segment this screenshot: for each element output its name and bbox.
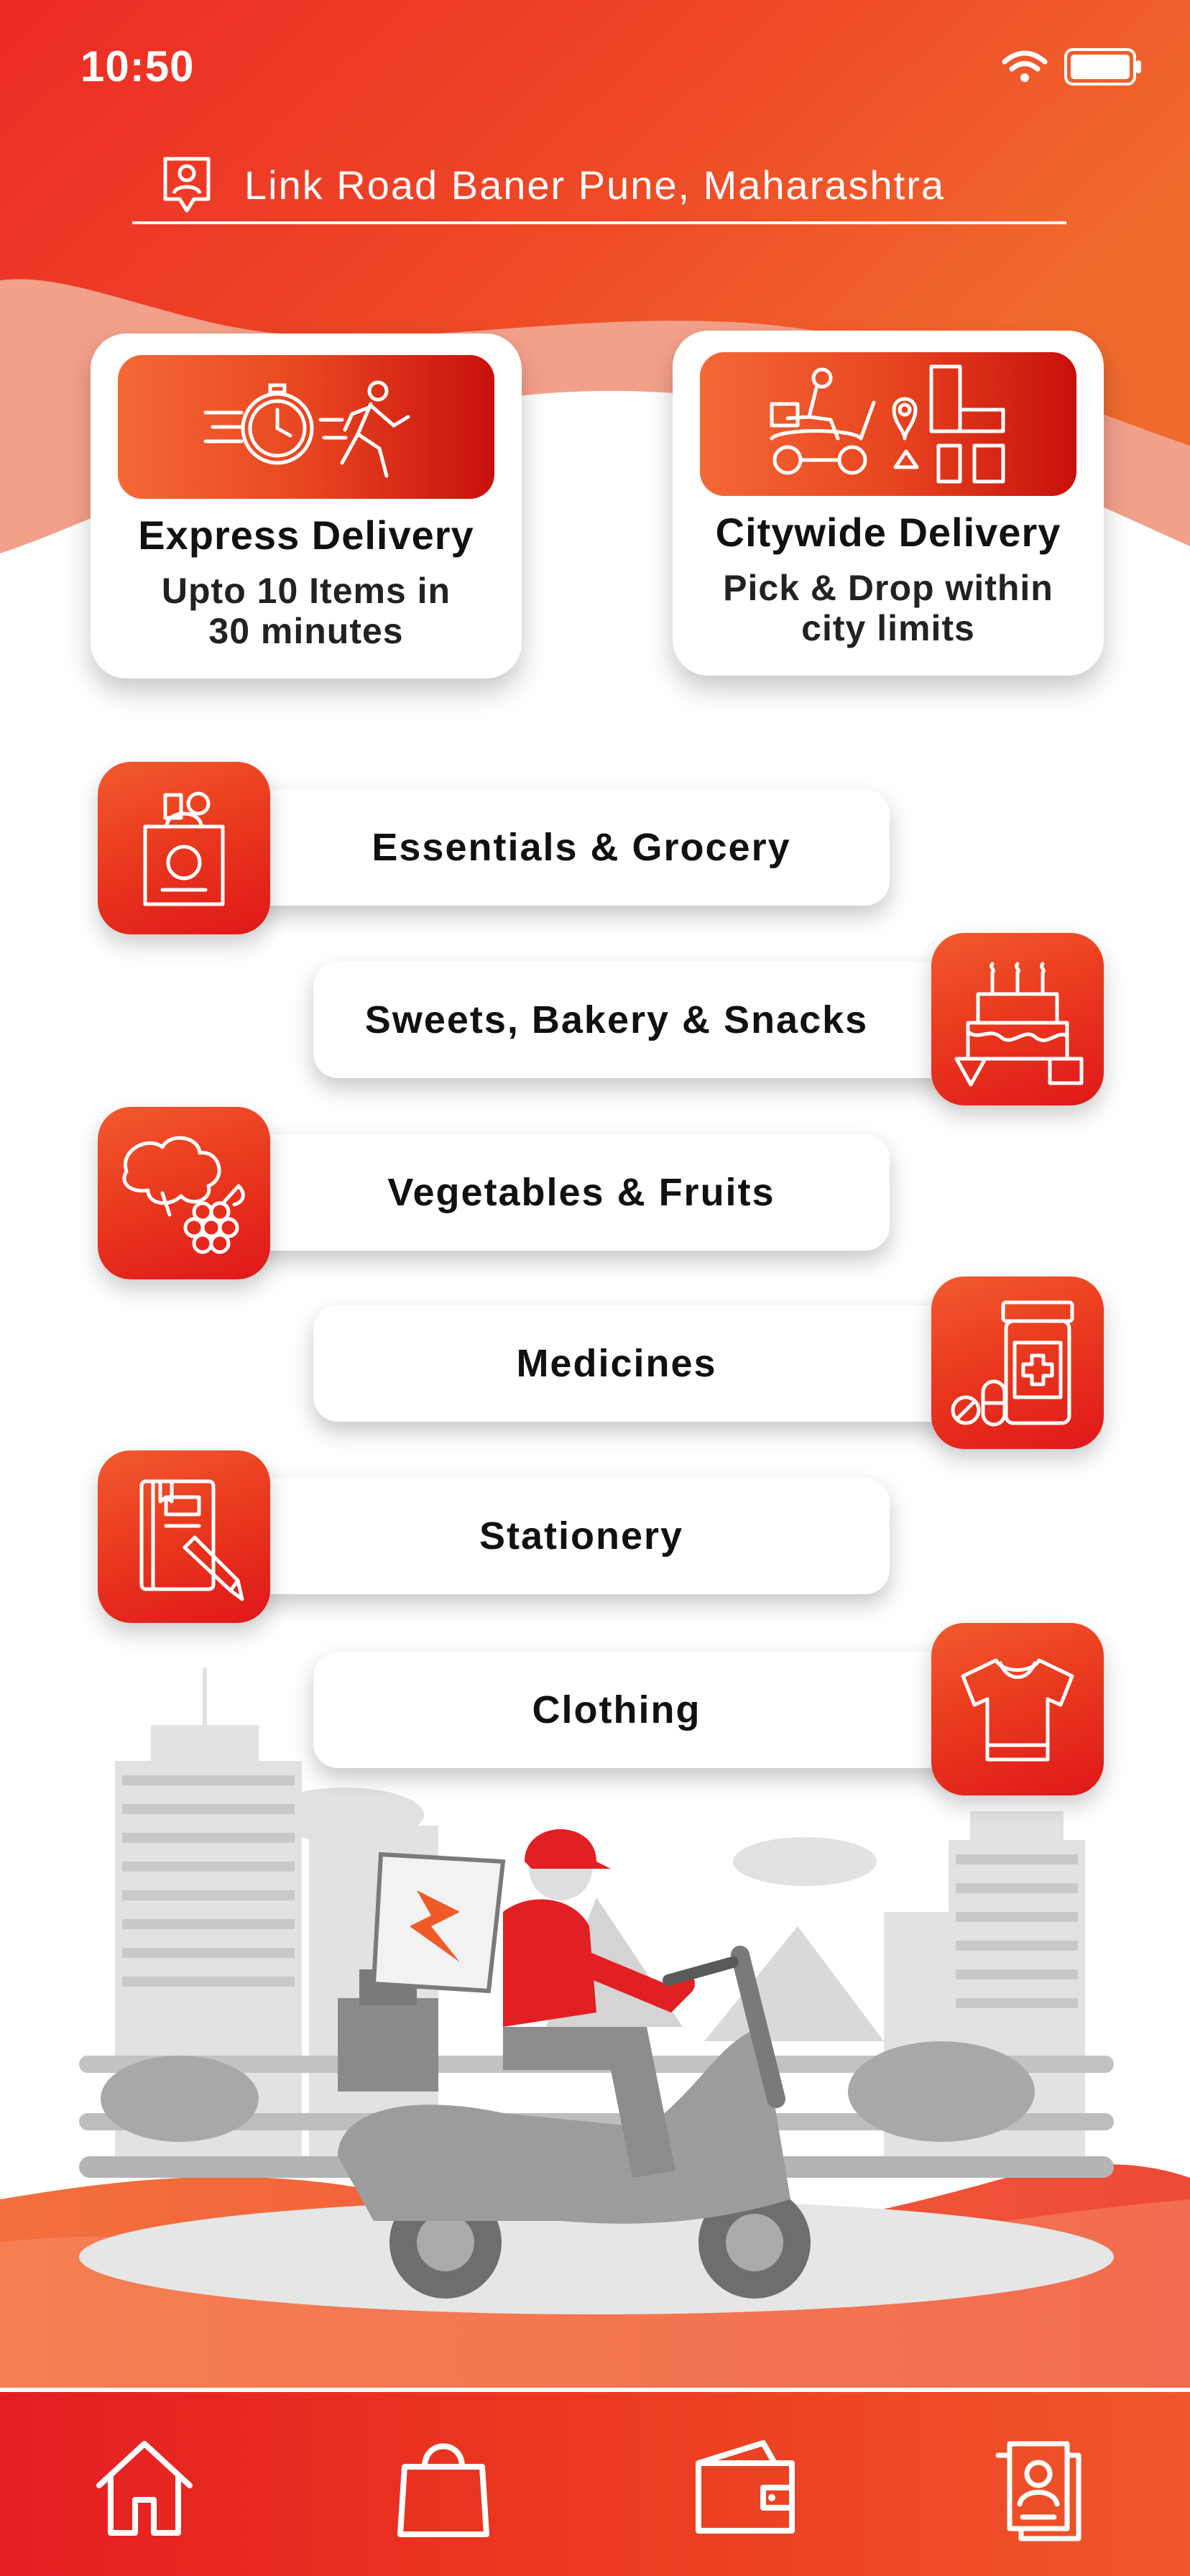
category-label: Essentials & Grocery bbox=[372, 826, 791, 869]
express-delivery-subtitle: Upto 10 Items in 30 minutes bbox=[112, 571, 500, 651]
bottom-navigation bbox=[0, 2388, 1190, 2576]
nav-home-button[interactable] bbox=[83, 2426, 206, 2549]
citywide-delivery-banner bbox=[700, 352, 1076, 496]
shopping-bag-icon bbox=[397, 2443, 489, 2537]
express-delivery-banner bbox=[118, 355, 494, 499]
category-label: Stationery bbox=[479, 1514, 684, 1558]
category-vegetables-fruits-icon-tile[interactable] bbox=[98, 1107, 270, 1279]
location-pin-icon bbox=[163, 157, 211, 213]
category-medicines-icon-tile[interactable] bbox=[931, 1276, 1104, 1449]
category-label: Clothing bbox=[532, 1688, 701, 1731]
location-text: Link Road Baner Pune, Maharashtra bbox=[244, 162, 945, 208]
location-selector[interactable]: Link Road Baner Pune, Maharashtra bbox=[132, 148, 1066, 224]
status-time: 10:50 bbox=[80, 42, 195, 91]
t-shirt-icon bbox=[961, 1658, 1074, 1762]
category-stationery-icon-tile[interactable] bbox=[98, 1450, 270, 1623]
profile-document-icon bbox=[995, 2441, 1081, 2542]
battery-icon bbox=[1064, 48, 1141, 86]
express-delivery-subtitle-line2: 30 minutes bbox=[208, 611, 404, 651]
status-icons bbox=[1002, 47, 1143, 86]
nav-orders-button[interactable] bbox=[382, 2426, 504, 2549]
category-label: Vegetables & Fruits bbox=[387, 1171, 775, 1214]
category-stationery[interactable]: Stationery bbox=[216, 1478, 890, 1594]
nav-wallet-button[interactable] bbox=[684, 2426, 806, 2549]
express-delivery-card[interactable]: Express Delivery Upto 10 Items in 30 min… bbox=[91, 334, 522, 678]
category-label: Medicines bbox=[516, 1342, 717, 1385]
category-clothing-icon-tile[interactable] bbox=[931, 1623, 1104, 1795]
book-pen-icon bbox=[139, 1479, 244, 1601]
vegetables-fruits-icon bbox=[122, 1136, 245, 1254]
scooter-city-map-icon bbox=[770, 364, 1005, 484]
category-vegetables-fruits[interactable]: Vegetables & Fruits bbox=[216, 1134, 890, 1251]
category-label: Sweets, Bakery & Snacks bbox=[364, 998, 869, 1041]
category-medicines[interactable]: Medicines bbox=[313, 1305, 977, 1422]
citywide-delivery-subtitle-line2: city limits bbox=[801, 608, 975, 648]
wallet-icon bbox=[696, 2440, 795, 2534]
stopwatch-runner-icon bbox=[203, 380, 410, 478]
category-essentials-grocery[interactable]: Essentials & Grocery bbox=[216, 789, 890, 906]
cake-icon bbox=[954, 962, 1084, 1087]
category-clothing[interactable]: Clothing bbox=[313, 1652, 977, 1768]
express-delivery-title: Express Delivery bbox=[138, 512, 474, 558]
citywide-delivery-card[interactable]: Citywide Delivery Pick & Drop within cit… bbox=[673, 331, 1104, 676]
citywide-delivery-title: Citywide Delivery bbox=[715, 510, 1061, 555]
express-delivery-subtitle-line1: Upto 10 Items in bbox=[161, 571, 451, 611]
category-sweets-bakery-snacks[interactable]: Sweets, Bakery & Snacks bbox=[313, 962, 977, 1078]
nav-profile-button[interactable] bbox=[977, 2426, 1099, 2549]
medicine-bottle-icon bbox=[951, 1300, 1074, 1427]
grocery-bag-icon bbox=[143, 791, 225, 906]
category-essentials-grocery-icon-tile[interactable] bbox=[98, 762, 270, 934]
wifi-icon bbox=[1002, 50, 1048, 82]
home-icon bbox=[96, 2441, 193, 2536]
citywide-delivery-subtitle: Pick & Drop within city limits bbox=[694, 568, 1082, 648]
category-sweets-bakery-snacks-icon-tile[interactable] bbox=[931, 933, 1104, 1105]
citywide-delivery-subtitle-line1: Pick & Drop within bbox=[723, 568, 1053, 608]
